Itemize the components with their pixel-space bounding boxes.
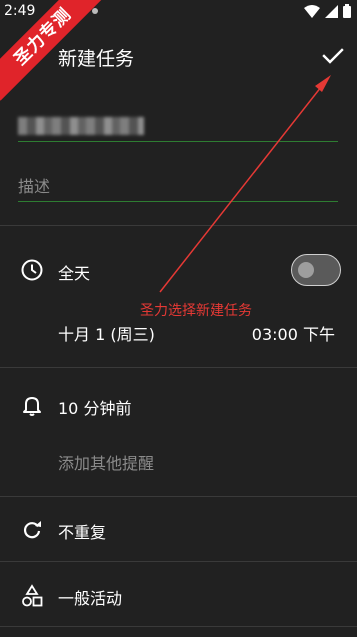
blurred-title-text	[18, 117, 144, 135]
all-day-toggle[interactable]	[291, 254, 341, 286]
title-underline	[18, 141, 338, 142]
description-underline	[18, 201, 338, 202]
reminder-label[interactable]: 10 分钟前	[58, 395, 131, 419]
toggle-knob	[298, 262, 314, 278]
check-icon	[322, 48, 344, 64]
page-title: 新建任务	[58, 48, 135, 70]
divider	[0, 496, 357, 497]
signal-icon	[325, 4, 338, 18]
divider	[0, 225, 357, 226]
status-icons	[304, 4, 351, 18]
confirm-button[interactable]	[319, 42, 347, 70]
start-date[interactable]: 十月 1 (周三)	[58, 321, 155, 345]
task-title-field[interactable]	[18, 114, 338, 144]
notification-dot-icon	[92, 8, 98, 14]
annotation-text: 圣力选择新建任务	[140, 303, 252, 319]
add-reminder-button[interactable]: 添加其他提醒	[58, 450, 154, 474]
bell-icon	[23, 397, 41, 416]
clock-icon	[21, 259, 43, 281]
all-day-label: 全天	[58, 264, 91, 283]
description-input[interactable]	[18, 173, 338, 199]
repeat-label[interactable]: 不重复	[58, 519, 106, 543]
wifi-icon	[304, 4, 320, 18]
divider	[0, 561, 357, 562]
category-label[interactable]: 一般活动	[58, 585, 122, 609]
divider	[0, 367, 357, 368]
status-time: 2:49	[4, 3, 36, 19]
shapes-icon	[22, 584, 43, 607]
repeat-icon	[23, 521, 41, 539]
divider	[0, 626, 357, 627]
start-time[interactable]: 03:00 下午	[252, 321, 335, 345]
battery-icon	[343, 4, 351, 18]
